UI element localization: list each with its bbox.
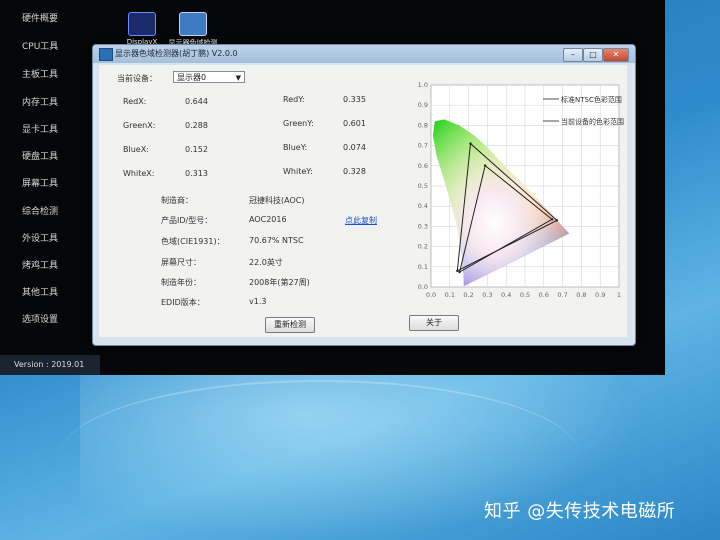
product-id-label: 产品ID/型号： (161, 216, 213, 225)
x-tick-label: 0.1 (445, 291, 455, 299)
whitey-label: WhiteY: (283, 167, 313, 176)
sidebar-item-other[interactable]: 其他工具 (0, 280, 90, 306)
sidebar-item-overview[interactable]: 硬件概要 (0, 6, 90, 32)
desktop-icon-displayx[interactable]: DisplayX (114, 12, 170, 46)
whitex-value: 0.313 (185, 169, 208, 178)
manufacture-year-value: 2008年(第27周) (249, 278, 310, 287)
window-title: 显示器色域检测器(胡丁鹏) V2.0.0 (115, 49, 238, 58)
x-tick-label: 0.8 (576, 291, 586, 299)
series-point-0-1 (469, 142, 472, 145)
y-tick-label: 0.1 (418, 263, 428, 271)
redy-value: 0.335 (343, 95, 366, 104)
hardware-tool-app: 硬件概要 CPU工具 主板工具 内存工具 显卡工具 硬盘工具 屏幕工具 综合检测… (0, 0, 665, 375)
sidebar-item-settings[interactable]: 选项设置 (0, 307, 90, 333)
sidebar-item-screen[interactable]: 屏幕工具 (0, 171, 90, 197)
gamut-value: 70.67% NTSC (249, 236, 304, 245)
displayx-icon (128, 12, 156, 36)
legend-label-0: 标准NTSC色彩范围 (561, 95, 622, 104)
x-tick-label: 0.4 (501, 291, 511, 299)
cie-chart-svg: 0.0 0.1 0.2 0.3 0.4 0.5 0.6 0.7 0.8 0.9 1 0.0 0.1 0.2… (418, 81, 624, 299)
cie-chart: 0.0 0.1 0.2 0.3 0.4 0.5 0.6 0.7 0.8 0.9 1 0.0 0.1 0.2… (415, 75, 627, 307)
y-tick-label: 0.8 (418, 121, 428, 129)
series-point-1-0 (550, 218, 554, 221)
y-tick-label: 0.0 (418, 283, 428, 291)
device-select[interactable]: 显示器0 ▼ (173, 71, 245, 83)
chevron-down-icon: ▼ (235, 74, 241, 82)
y-tick-label: 0.2 (418, 243, 428, 251)
about-button[interactable]: 关于 (409, 315, 459, 331)
bluex-value: 0.152 (185, 145, 208, 154)
sidebar-item-cpu[interactable]: CPU工具 (0, 34, 90, 60)
series-point-1-1 (483, 164, 487, 167)
sidebar-item-graphics[interactable]: 显卡工具 (0, 117, 90, 143)
y-tick-label: 0.5 (418, 182, 428, 190)
minimize-button[interactable]: – (563, 48, 583, 62)
device-label: 当前设备： (117, 74, 157, 83)
y-tick-label: 0.4 (418, 202, 428, 210)
window-content: 当前设备： 显示器0 ▼ RedX: 0.644 RedY: 0.335 Gre… (99, 65, 627, 337)
app-icon (99, 48, 113, 61)
redy-label: RedY: (283, 95, 305, 104)
redx-value: 0.644 (185, 97, 208, 106)
watermark: 知乎 @失传技术电磁所 (484, 501, 676, 522)
y-tick-label: 0.3 (418, 222, 428, 230)
whitex-label: WhiteX: (123, 169, 155, 178)
bluey-value: 0.074 (343, 143, 366, 152)
product-id-value: AOC2016 (249, 215, 287, 224)
series-point-1-2 (458, 270, 461, 274)
sidebar-item-memory[interactable]: 内存工具 (0, 90, 90, 116)
redx-label: RedX: (123, 97, 147, 106)
y-tick-label: 0.9 (418, 101, 428, 109)
maximize-button[interactable]: □ (583, 48, 603, 62)
sidebar-item-peripherals[interactable]: 外设工具 (0, 226, 90, 252)
title-bar[interactable]: 显示器色域检测器(胡丁鹏) V2.0.0 – □ ✕ (93, 45, 635, 63)
x-tick-label: 1 (617, 291, 621, 299)
copy-link[interactable]: 点此复制 (345, 215, 377, 226)
version-label: Version : 2019.01 (0, 355, 100, 375)
sidebar-item-motherboard[interactable]: 主板工具 (0, 62, 90, 88)
close-button[interactable]: ✕ (603, 48, 629, 62)
edid-version-label: EDID版本： (161, 298, 205, 307)
sidebar-item-disk[interactable]: 硬盘工具 (0, 144, 90, 170)
whitey-value: 0.328 (343, 167, 366, 176)
x-tick-label: 0.3 (482, 291, 492, 299)
series-point-0-0 (555, 219, 559, 222)
x-tick-label: 0.5 (520, 291, 530, 299)
monitor-icon (179, 12, 207, 36)
desktop-icon-gamut[interactable]: 显示器色域检测 (165, 12, 221, 48)
greeny-label: GreenY: (283, 119, 314, 128)
x-tick-label: 0.9 (595, 291, 605, 299)
x-tick-label: 0.0 (426, 291, 436, 299)
y-tick-label: 1.0 (418, 81, 428, 89)
sidebar-item-stress[interactable]: 烤鸡工具 (0, 253, 90, 279)
greenx-label: GreenX: (123, 121, 156, 130)
redetect-button[interactable]: 重新检测 (265, 317, 315, 333)
gamut-label: 色域(CIE1931)： (161, 237, 225, 246)
legend-label-1: 当前设备的色彩范围 (561, 117, 624, 126)
bluex-label: BlueX: (123, 145, 149, 154)
y-tick-label: 0.6 (418, 162, 428, 170)
greenx-value: 0.288 (185, 121, 208, 130)
manufacturer-label: 制造商： (161, 196, 193, 205)
gamut-detector-window: 显示器色域检测器(胡丁鹏) V2.0.0 – □ ✕ 当前设备： 显示器0 ▼ … (92, 44, 636, 346)
edid-version-value: v1.3 (249, 297, 267, 306)
manufacturer-value: 冠捷科技(AOC) (249, 196, 305, 205)
y-tick-label: 0.7 (418, 142, 428, 150)
sidebar-item-comprehensive[interactable]: 综合检测 (0, 199, 90, 225)
device-select-value: 显示器0 (177, 73, 207, 82)
screen-size-value: 22.0英寸 (249, 258, 283, 267)
manufacture-year-label: 制造年份： (161, 278, 201, 287)
greeny-value: 0.601 (343, 119, 366, 128)
x-tick-label: 0.7 (557, 291, 567, 299)
x-tick-label: 0.2 (463, 291, 473, 299)
sidebar: 硬件概要 CPU工具 主板工具 内存工具 显卡工具 硬盘工具 屏幕工具 综合检测… (0, 0, 100, 375)
series-point-0-2 (456, 269, 459, 273)
bluey-label: BlueY: (283, 143, 308, 152)
x-tick-label: 0.6 (539, 291, 549, 299)
screen-size-label: 屏幕尺寸： (161, 258, 201, 267)
